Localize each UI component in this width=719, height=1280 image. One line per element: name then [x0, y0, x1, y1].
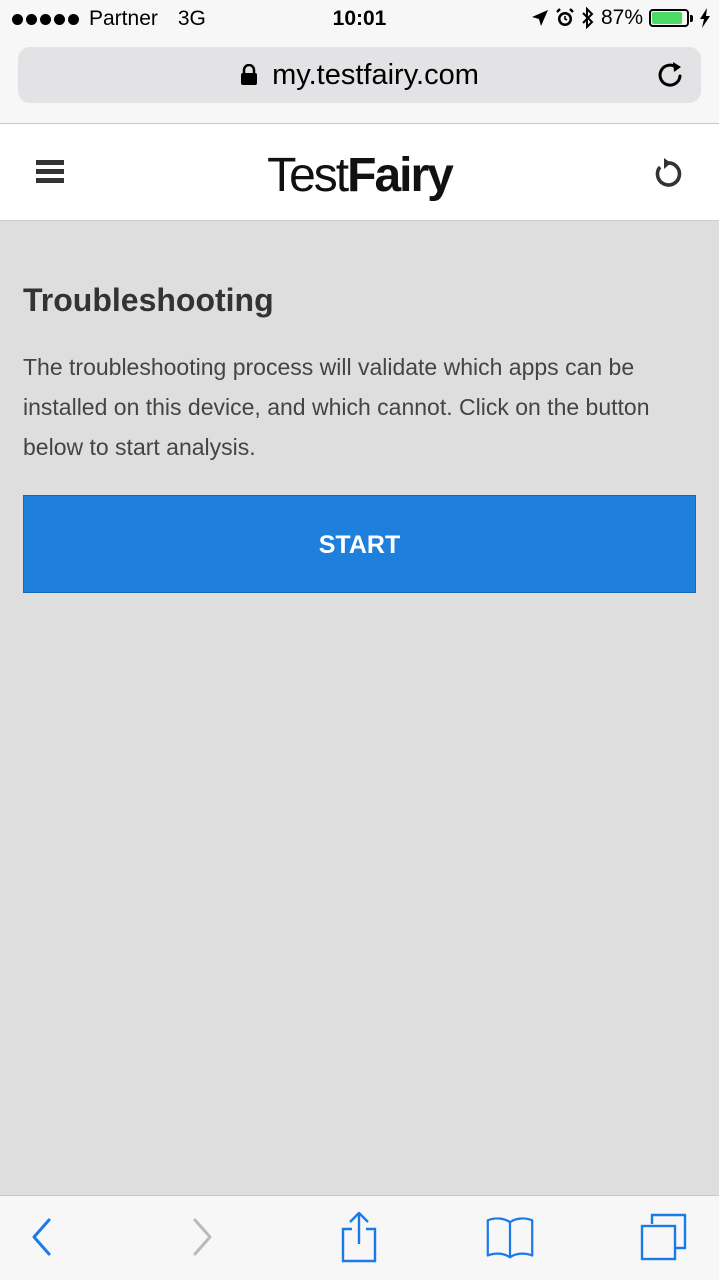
description-text: The troubleshooting process will validat…: [23, 354, 650, 460]
bluetooth-icon: [582, 7, 594, 29]
browser-address-area: my.testfairy.com: [0, 40, 719, 124]
status-right: 87%: [531, 6, 711, 30]
bookmarks-button[interactable]: [485, 1212, 535, 1262]
back-button[interactable]: [17, 1212, 67, 1262]
url-display[interactable]: my.testfairy.com: [18, 59, 701, 92]
bookmarks-icon: [486, 1217, 534, 1259]
reload-icon[interactable]: [653, 57, 689, 93]
battery-icon: [649, 9, 693, 27]
back-icon: [32, 1218, 51, 1256]
start-button[interactable]: START: [23, 495, 696, 593]
charging-bolt-icon: [700, 8, 710, 28]
hamburger-menu-icon[interactable]: [36, 160, 64, 186]
tabs-button[interactable]: [639, 1212, 689, 1262]
site-header: TestFairy: [0, 124, 719, 221]
logo-light-part: Test: [267, 149, 349, 202]
carrier-name: Partner: [89, 7, 158, 30]
network-type: 3G: [177, 7, 206, 30]
lock-icon: [241, 64, 258, 85]
share-button[interactable]: [334, 1211, 384, 1263]
tabs-icon: [640, 1213, 687, 1261]
testfairy-logo: TestFairy: [0, 148, 719, 203]
refresh-icon[interactable]: [651, 157, 685, 191]
main-content: Troubleshooting The troubleshooting proc…: [23, 221, 696, 593]
logo-bold-part: Fairy: [347, 149, 454, 202]
status-left: Partner 3G: [12, 7, 206, 31]
status-bar: Partner 3G 10:01 87%: [0, 0, 719, 40]
forward-icon: [193, 1218, 212, 1256]
battery-percent: 87%: [600, 6, 643, 29]
page-title: Troubleshooting: [23, 282, 274, 318]
forward-button[interactable]: [177, 1212, 227, 1262]
browser-toolbar: [0, 1195, 719, 1280]
address-bar[interactable]: my.testfairy.com: [18, 47, 701, 103]
share-icon: [341, 1211, 377, 1263]
signal-strength-icon: [12, 13, 79, 25]
url-text: my.testfairy.com: [272, 59, 479, 91]
location-arrow-icon: [531, 10, 548, 26]
alarm-icon: [556, 8, 574, 26]
